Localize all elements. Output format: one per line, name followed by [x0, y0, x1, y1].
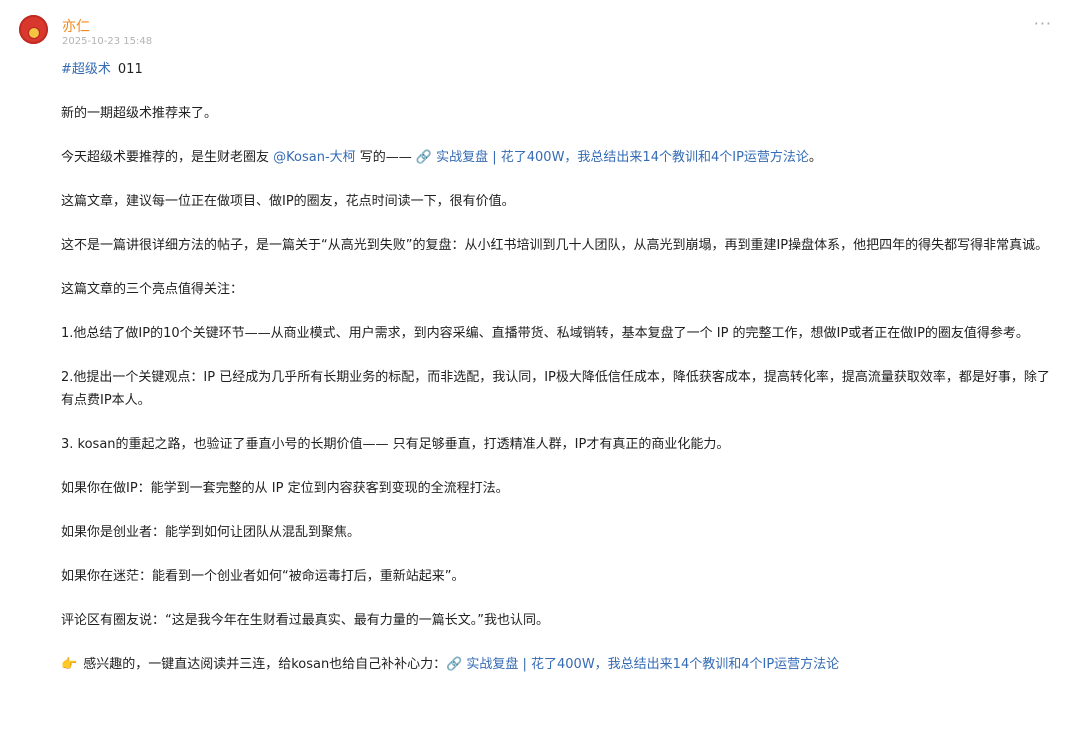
- article-link-bottom[interactable]: 实战复盘 | 花了400W，我总结出来14个教训和4个IP运营方法论: [466, 657, 839, 672]
- paragraph-10: 如果你是创业者：能学到如何让团队从混乱到聚焦。: [61, 525, 361, 540]
- pointing-hand-icon: 👉: [61, 657, 78, 672]
- post-content: #超级术 011 新的一期超级术推荐来了。 今天超级术要推荐的，是生财老圈友 @K…: [61, 58, 1051, 697]
- more-options-icon[interactable]: ···: [1034, 14, 1052, 33]
- paragraph-5: 这篇文章的三个亮点值得关注：: [61, 282, 244, 297]
- paragraph-4: 这不是一篇讲很详细方法的帖子，是一篇关于“从高光到失败”的复盘：从小红书培训到几…: [61, 238, 1049, 253]
- paragraph-2-prefix: 今天超级术要推荐的，是生财老圈友: [61, 150, 274, 165]
- author-name[interactable]: 亦仁: [62, 16, 90, 36]
- paragraph-2-mid: 写的——: [355, 150, 416, 165]
- paragraph-2-suffix: 。: [808, 150, 822, 165]
- tag-line: #超级术 011: [61, 58, 1051, 81]
- paragraph-9: 如果你在做IP：能学到一套完整的从 IP 定位到内容获客到变现的全流程打法。: [61, 481, 509, 496]
- mention-link[interactable]: @Kosan-大柯: [273, 150, 356, 165]
- paragraph-11: 如果你在迷茫：能看到一个创业者如何“被命运毒打后，重新站起来”。: [61, 569, 465, 584]
- paragraph-7: 2.他提出一个关键观点：IP 已经成为几乎所有长期业务的标配，而非选配，我认同，…: [61, 370, 1050, 408]
- avatar-badge: [28, 27, 39, 38]
- paragraph-13-prefix: 感兴趣的，一键直达阅读并三连，给kosan也给自己补补心力：: [83, 657, 447, 672]
- paragraph-6: 1.他总结了做IP的10个关键环节——从商业模式、用户需求，到内容采编、直播带货…: [61, 326, 1029, 341]
- post-timestamp: 2025-10-23 15:48: [62, 36, 153, 47]
- paragraph-12: 评论区有圈友说：“这是我今年在生财看过最真实、最有力量的一篇长文。”我也认同。: [61, 613, 549, 628]
- paragraph-8: 3. kosan的重起之路，也验证了垂直小号的长期价值—— 只有足够垂直，打透精…: [61, 437, 730, 452]
- paragraph-1: 新的一期超级术推荐来了。: [61, 106, 218, 121]
- hashtag-link[interactable]: #超级术: [61, 62, 111, 77]
- avatar[interactable]: [19, 15, 48, 44]
- issue-number: 011: [117, 62, 143, 77]
- paragraph-13: 👉 感兴趣的，一键直达阅读并三连，给kosan也给自己补补心力：🔗 实战复盘 | 花…: [61, 653, 1051, 676]
- paragraph-2: 今天超级术要推荐的，是生财老圈友 @Kosan-大柯 写的—— 🔗 实战复盘 | …: [61, 146, 1051, 169]
- paragraph-3: 这篇文章，建议每一位正在做项目、做IP的圈友，花点时间读一下，很有价值。: [61, 194, 515, 209]
- article-link[interactable]: 实战复盘 | 花了400W，我总结出来14个教训和4个IP运营方法论: [436, 150, 809, 165]
- link-icon: 🔗: [446, 657, 463, 672]
- link-icon: 🔗: [415, 150, 433, 165]
